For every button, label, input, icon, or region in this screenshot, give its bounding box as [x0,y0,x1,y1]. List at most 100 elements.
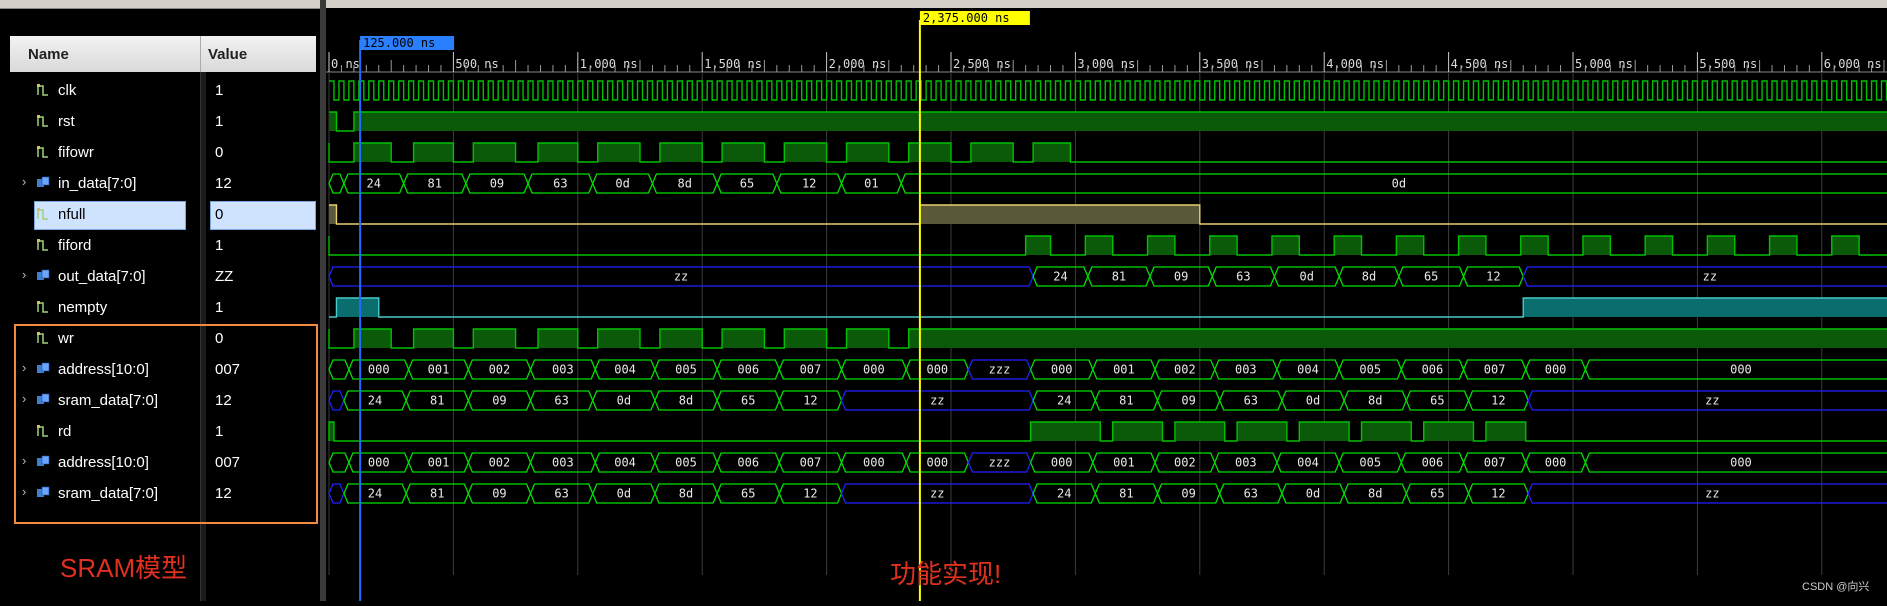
signal-row[interactable]: nempty 1 [0,292,326,323]
signal-name: rst [58,113,75,130]
bus-value-label: 005 [675,363,697,377]
bus-value-label: 8d [1368,487,1382,501]
ruler-tick-label: 2,000 ns [829,57,887,71]
bit-high-fill [722,329,765,348]
bus-value-label: 000 [1051,363,1073,377]
signal-row[interactable]: rst 1 [0,106,326,137]
bit-high-fill [537,329,578,348]
bus-value-label: 09 [1174,270,1188,284]
selected-name-highlight [34,201,186,230]
bus-value-label: 81 [428,177,442,191]
bus-value-label: 005 [1359,456,1381,470]
bit-high-fill [1396,236,1424,255]
bus-value-label: 09 [1181,487,1195,501]
bus-value-label: 004 [614,363,636,377]
bus-value-label: 000 [1730,456,1752,470]
bus-value-label: 004 [1297,456,1319,470]
value-column-header[interactable]: Value [208,36,247,72]
bit-high-fill [784,329,827,348]
bit-high-fill [353,112,1887,131]
bit-high-fill [1361,422,1412,441]
bus-value-label: 09 [492,394,506,408]
bus-value-label: 63 [554,394,568,408]
expand-chevron-icon[interactable]: › [22,267,26,282]
bus-segment [328,173,345,194]
bit-high-fill [1209,236,1238,255]
bus-value-label: 81 [1119,394,1133,408]
signal-row[interactable]: fifowr 0 [0,137,326,168]
signal-row[interactable]: › out_data[7:0] ZZ [0,261,326,292]
bit-high-fill [1271,236,1300,255]
bus-value-label: 8d [678,177,692,191]
bus-value-label: zz [1705,394,1719,408]
bus-value-label: 003 [1235,456,1257,470]
bus-value-label: 24 [367,177,381,191]
bit-high-fill [784,143,827,162]
bus-value-label: 000 [1545,456,1567,470]
bit-high-fill [1112,422,1163,441]
bus-signal-icon [37,176,50,187]
waveform-panel[interactable]: 0 ns 500 ns 1,000 ns 1,500 ns 2,000 ns 2,500 … [326,0,1887,601]
signal-name-panel: Name Value clk 1 rst 1 fifowr 0 › in_data[7:0] 1… [0,0,326,601]
panel-toolbar-strip [0,0,326,9]
bus-value-label: 000 [1730,363,1752,377]
bus-value-label: 81 [430,487,444,501]
bus-value-label: 002 [489,456,511,470]
bus-value-label: 007 [800,363,822,377]
signal-name: nempty [58,299,108,316]
bus-value-label: 006 [737,456,759,470]
bit-high-fill [919,205,1200,224]
bus-value-label: 000 [1051,456,1073,470]
signal-name: clk [58,82,77,99]
bit-high-fill [1458,236,1486,255]
bit-high-fill [1030,422,1101,441]
expand-chevron-icon[interactable]: › [22,174,26,189]
signal-row[interactable]: › in_data[7:0] 12 [0,168,326,199]
bus-value-label: 65 [1430,394,1444,408]
bus-value-label: 12 [802,177,816,191]
bus-value-label: 65 [1424,270,1438,284]
bit-high-fill [597,143,640,162]
selected-value-highlight [210,201,316,230]
bus-value-label: 0d [1306,394,1320,408]
bus-value-label: 65 [740,177,754,191]
bus-value-label: 0d [615,177,629,191]
bus-value-label: 24 [1057,487,1071,501]
bus-value-label: 002 [489,363,511,377]
bus-value-label: 0d [617,394,631,408]
bus-value-label: 09 [1181,394,1195,408]
bit-high-fill [846,143,889,162]
column-divider[interactable] [200,36,201,72]
bus-value-label: 65 [741,487,755,501]
bus-value-label: 000 [863,363,885,377]
bus-value-label: zz [930,487,944,501]
signal-row[interactable]: fiford 1 [0,230,326,261]
ruler-tick-label: 0 ns [331,57,360,71]
bit-high-fill [1334,236,1362,255]
waveform-canvas[interactable]: 0 ns 500 ns 1,000 ns 1,500 ns 2,000 ns 2,500 … [326,0,1887,601]
signal-name: out_data[7:0] [58,268,146,285]
bus-signal-icon [37,269,50,280]
marker-cursor-label: 125.000 ns [363,36,435,50]
bus-value-label: 63 [553,177,567,191]
bus-value-label: 24 [368,487,382,501]
bit-high-fill [537,143,578,162]
bus-value-label: zzz [989,363,1011,377]
name-column-header[interactable]: Name [28,36,69,72]
signal-row[interactable]: nfull 0 [0,199,326,230]
signal-value: 1 [215,299,224,316]
bus-value-label: 006 [1422,363,1444,377]
signal-row[interactable]: clk 1 [0,75,326,106]
bit-high-fill [1485,422,1526,441]
bus-value-label: 000 [1545,363,1567,377]
ruler-tick-label: 5,000 ns [1575,57,1633,71]
ruler-tick-label: 6,000 ns [1824,57,1882,71]
ruler-tick-label: 500 ns [455,57,498,71]
bus-value-label: 0d [1300,270,1314,284]
bit-high-fill [1423,422,1474,441]
bus-value-label: zz [1705,487,1719,501]
bit-signal-icon [37,115,48,127]
signal-value: 12 [215,175,232,192]
bit-high-fill [473,143,516,162]
bus-segment [328,390,345,411]
